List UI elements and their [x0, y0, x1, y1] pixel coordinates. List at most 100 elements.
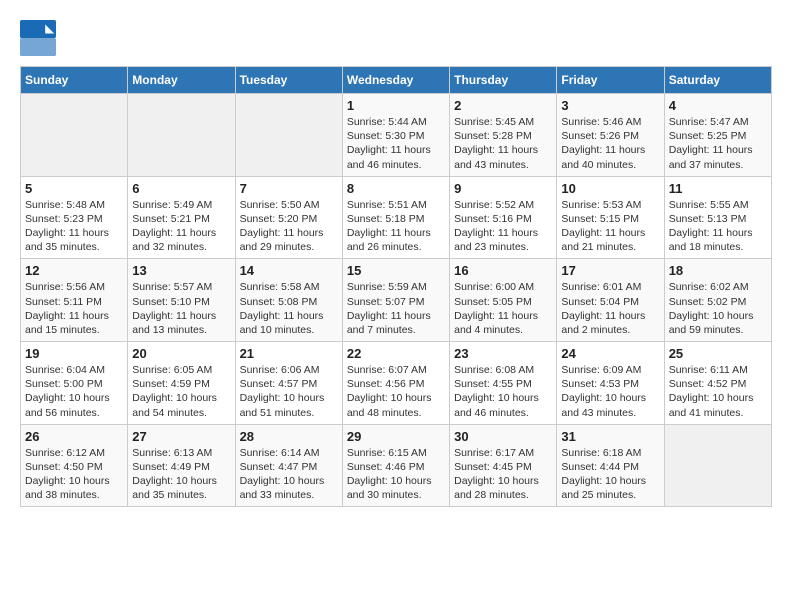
day-info: Sunrise: 6:02 AM Sunset: 5:02 PM Dayligh… — [669, 280, 767, 337]
day-number: 11 — [669, 181, 767, 196]
day-info: Sunrise: 6:09 AM Sunset: 4:53 PM Dayligh… — [561, 363, 659, 420]
day-info: Sunrise: 5:51 AM Sunset: 5:18 PM Dayligh… — [347, 198, 445, 255]
day-info: Sunrise: 6:13 AM Sunset: 4:49 PM Dayligh… — [132, 446, 230, 503]
calendar-cell: 6Sunrise: 5:49 AM Sunset: 5:21 PM Daylig… — [128, 176, 235, 259]
day-info: Sunrise: 5:46 AM Sunset: 5:26 PM Dayligh… — [561, 115, 659, 172]
day-number: 31 — [561, 429, 659, 444]
page-header — [20, 20, 772, 56]
day-info: Sunrise: 5:52 AM Sunset: 5:16 PM Dayligh… — [454, 198, 552, 255]
logo — [20, 20, 62, 56]
calendar-cell: 26 Sunrise: 6:12 AM Sunset: 4:50 PM Dayli… — [21, 424, 128, 507]
calendar-cell: 27 Sunrise: 6:13 AM Sunset: 4:49 PM Dayli… — [128, 424, 235, 507]
day-number: 28 — [240, 429, 338, 444]
calendar-cell: 22 Sunrise: 6:07 AM Sunset: 4:56 PM Dayli… — [342, 342, 449, 425]
day-info: Sunrise: 5:45 AM Sunset: 5:28 PM Dayligh… — [454, 115, 552, 172]
calendar-cell: 9 Sunrise: 5:52 AM Sunset: 5:16 PM Daylig… — [450, 176, 557, 259]
day-info: Sunrise: 5:59 AM Sunset: 5:07 PM Dayligh… — [347, 280, 445, 337]
day-number: 21 — [240, 346, 338, 361]
day-number: 27 — [132, 429, 230, 444]
calendar-cell: 18 Sunrise: 6:02 AM Sunset: 5:02 PM Dayli… — [664, 259, 771, 342]
day-info: Sunrise: 5:55 AM Sunset: 5:13 PM Dayligh… — [669, 198, 767, 255]
day-info: Sunrise: 6:05 AM Sunset: 4:59 PM Dayligh… — [132, 363, 230, 420]
calendar-cell: 29 Sunrise: 6:15 AM Sunset: 4:46 PM Dayli… — [342, 424, 449, 507]
day-number: 4 — [669, 98, 767, 113]
day-info: Sunrise: 5:56 AM Sunset: 5:11 PM Dayligh… — [25, 280, 123, 337]
day-number: 7 — [240, 181, 338, 196]
calendar-cell: 30Sunrise: 6:17 AM Sunset: 4:45 PM Dayli… — [450, 424, 557, 507]
calendar-cell: 11 Sunrise: 5:55 AM Sunset: 5:13 PM Dayli… — [664, 176, 771, 259]
day-number: 20 — [132, 346, 230, 361]
day-number: 9 — [454, 181, 552, 196]
calendar-cell: 23 Sunrise: 6:08 AM Sunset: 4:55 PM Dayli… — [450, 342, 557, 425]
day-number: 2 — [454, 98, 552, 113]
weekday-header: Saturday — [664, 67, 771, 94]
calendar-cell: 28 Sunrise: 6:14 AM Sunset: 4:47 PM Dayli… — [235, 424, 342, 507]
day-info: Sunrise: 5:47 AM Sunset: 5:25 PM Dayligh… — [669, 115, 767, 172]
day-info: Sunrise: 6:14 AM Sunset: 4:47 PM Dayligh… — [240, 446, 338, 503]
calendar-week-row: 1 Sunrise: 5:44 AM Sunset: 5:30 PM Daylig… — [21, 94, 772, 177]
day-info: Sunrise: 5:58 AM Sunset: 5:08 PM Dayligh… — [240, 280, 338, 337]
day-info: Sunrise: 6:08 AM Sunset: 4:55 PM Dayligh… — [454, 363, 552, 420]
calendar-cell: 2 Sunrise: 5:45 AM Sunset: 5:28 PM Daylig… — [450, 94, 557, 177]
day-info: Sunrise: 6:07 AM Sunset: 4:56 PM Dayligh… — [347, 363, 445, 420]
calendar-cell — [128, 94, 235, 177]
weekday-header: Thursday — [450, 67, 557, 94]
calendar-table: SundayMondayTuesdayWednesdayThursdayFrid… — [20, 66, 772, 507]
day-number: 18 — [669, 263, 767, 278]
weekday-header: Wednesday — [342, 67, 449, 94]
weekday-header: Sunday — [21, 67, 128, 94]
day-info: Sunrise: 6:18 AM Sunset: 4:44 PM Dayligh… — [561, 446, 659, 503]
day-number: 13 — [132, 263, 230, 278]
day-number: 23 — [454, 346, 552, 361]
day-info: Sunrise: 6:01 AM Sunset: 5:04 PM Dayligh… — [561, 280, 659, 337]
calendar-cell: 16Sunrise: 6:00 AM Sunset: 5:05 PM Dayli… — [450, 259, 557, 342]
day-number: 1 — [347, 98, 445, 113]
calendar-cell — [664, 424, 771, 507]
calendar-cell: 14 Sunrise: 5:58 AM Sunset: 5:08 PM Dayli… — [235, 259, 342, 342]
day-number: 25 — [669, 346, 767, 361]
calendar-cell: 7 Sunrise: 5:50 AM Sunset: 5:20 PM Daylig… — [235, 176, 342, 259]
day-info: Sunrise: 6:11 AM Sunset: 4:52 PM Dayligh… — [669, 363, 767, 420]
calendar-cell: 24 Sunrise: 6:09 AM Sunset: 4:53 PM Dayli… — [557, 342, 664, 425]
calendar-week-row: 26 Sunrise: 6:12 AM Sunset: 4:50 PM Dayli… — [21, 424, 772, 507]
calendar-cell: 25 Sunrise: 6:11 AM Sunset: 4:52 PM Dayli… — [664, 342, 771, 425]
weekday-header: Tuesday — [235, 67, 342, 94]
calendar-cell: 19 Sunrise: 6:04 AM Sunset: 5:00 PM Dayli… — [21, 342, 128, 425]
day-info: Sunrise: 6:12 AM Sunset: 4:50 PM Dayligh… — [25, 446, 123, 503]
day-info: Sunrise: 5:57 AM Sunset: 5:10 PM Dayligh… — [132, 280, 230, 337]
day-number: 5 — [25, 181, 123, 196]
calendar-cell: 17Sunrise: 6:01 AM Sunset: 5:04 PM Dayli… — [557, 259, 664, 342]
day-number: 29 — [347, 429, 445, 444]
calendar-cell: 1 Sunrise: 5:44 AM Sunset: 5:30 PM Daylig… — [342, 94, 449, 177]
day-info: Sunrise: 6:04 AM Sunset: 5:00 PM Dayligh… — [25, 363, 123, 420]
day-info: Sunrise: 5:50 AM Sunset: 5:20 PM Dayligh… — [240, 198, 338, 255]
day-info: Sunrise: 5:44 AM Sunset: 5:30 PM Dayligh… — [347, 115, 445, 172]
day-number: 14 — [240, 263, 338, 278]
calendar-cell: 21 Sunrise: 6:06 AM Sunset: 4:57 PM Dayli… — [235, 342, 342, 425]
calendar-cell: 15 Sunrise: 5:59 AM Sunset: 5:07 PM Dayli… — [342, 259, 449, 342]
logo-icon — [20, 20, 56, 56]
day-info: Sunrise: 5:53 AM Sunset: 5:15 PM Dayligh… — [561, 198, 659, 255]
day-info: Sunrise: 6:15 AM Sunset: 4:46 PM Dayligh… — [347, 446, 445, 503]
day-info: Sunrise: 6:06 AM Sunset: 4:57 PM Dayligh… — [240, 363, 338, 420]
day-number: 3 — [561, 98, 659, 113]
calendar-header-row: SundayMondayTuesdayWednesdayThursdayFrid… — [21, 67, 772, 94]
day-number: 24 — [561, 346, 659, 361]
day-number: 26 — [25, 429, 123, 444]
day-number: 15 — [347, 263, 445, 278]
day-number: 12 — [25, 263, 123, 278]
calendar-cell: 31 Sunrise: 6:18 AM Sunset: 4:44 PM Dayli… — [557, 424, 664, 507]
calendar-cell — [21, 94, 128, 177]
day-number: 22 — [347, 346, 445, 361]
day-number: 6 — [132, 181, 230, 196]
day-number: 19 — [25, 346, 123, 361]
day-number: 10 — [561, 181, 659, 196]
day-info: Sunrise: 6:17 AM Sunset: 4:45 PM Dayligh… — [454, 446, 552, 503]
calendar-week-row: 12 Sunrise: 5:56 AM Sunset: 5:11 PM Dayli… — [21, 259, 772, 342]
calendar-cell: 5Sunrise: 5:48 AM Sunset: 5:23 PM Daylig… — [21, 176, 128, 259]
calendar-cell: 3 Sunrise: 5:46 AM Sunset: 5:26 PM Daylig… — [557, 94, 664, 177]
calendar-cell: 10 Sunrise: 5:53 AM Sunset: 5:15 PM Dayli… — [557, 176, 664, 259]
calendar-cell — [235, 94, 342, 177]
calendar-cell: 20 Sunrise: 6:05 AM Sunset: 4:59 PM Dayli… — [128, 342, 235, 425]
day-info: Sunrise: 6:00 AM Sunset: 5:05 PM Dayligh… — [454, 280, 552, 337]
